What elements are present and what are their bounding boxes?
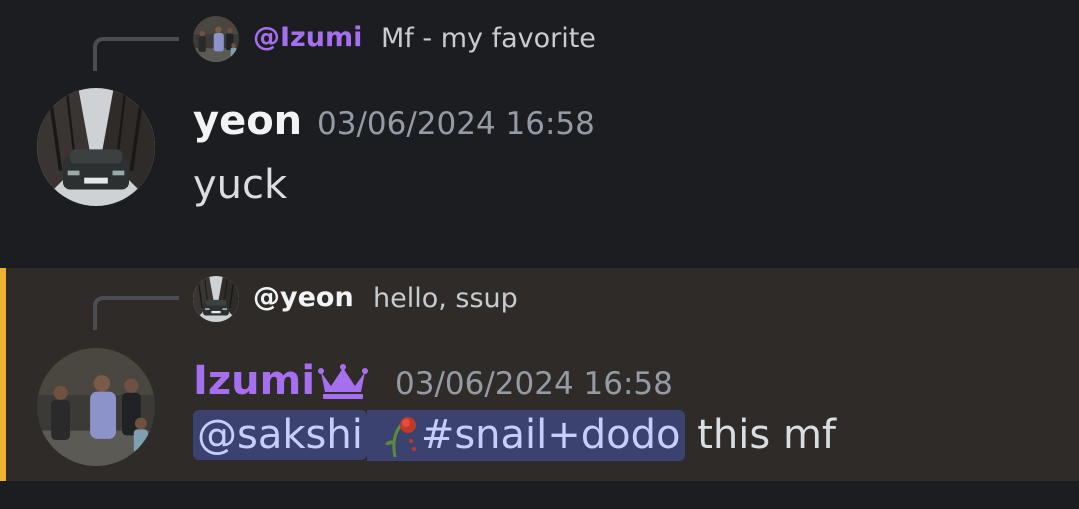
car-forest-avatar-icon — [193, 276, 239, 322]
user-mention[interactable]: @sakshi — [193, 410, 367, 460]
username[interactable]: Izumi — [193, 358, 315, 404]
timestamp: 03/06/2024 16:58 — [317, 106, 595, 142]
reply-avatar[interactable] — [193, 276, 239, 322]
reply-connector — [93, 37, 179, 71]
timestamp: 03/06/2024 16:58 — [395, 366, 673, 402]
group-photo-avatar-icon — [193, 16, 239, 62]
mention-highlight-bar — [0, 268, 6, 481]
car-forest-avatar-icon — [37, 88, 155, 206]
avatar[interactable] — [37, 88, 155, 206]
crown-icon — [318, 364, 368, 399]
reply-avatar[interactable] — [193, 16, 239, 62]
message-content: @sakshi #snail+dodo this mf — [193, 410, 836, 461]
reply-connector — [93, 296, 179, 330]
message-text: this mf — [697, 412, 836, 458]
message-izumi[interactable]: @yeon hello, ssup Izumi 03/06/2024 16:58… — [0, 268, 1079, 481]
message-content: yuck — [193, 162, 288, 208]
reply-preview-text[interactable]: hello, ssup — [373, 283, 518, 314]
channel-mention[interactable]: #snail+dodo — [366, 410, 685, 461]
username[interactable]: yeon — [193, 98, 302, 144]
reply-preview-text[interactable]: Mf - my favorite — [381, 23, 596, 54]
avatar[interactable] — [37, 348, 155, 466]
message-yeon[interactable]: @Izumi Mf - my favorite yeon 03/06/2024 … — [0, 0, 1079, 268]
reply-author[interactable]: @yeon — [253, 282, 354, 313]
wilted-rose-icon — [384, 417, 416, 458]
reply-author[interactable]: @Izumi — [253, 22, 362, 53]
group-photo-avatar-icon — [37, 348, 155, 466]
